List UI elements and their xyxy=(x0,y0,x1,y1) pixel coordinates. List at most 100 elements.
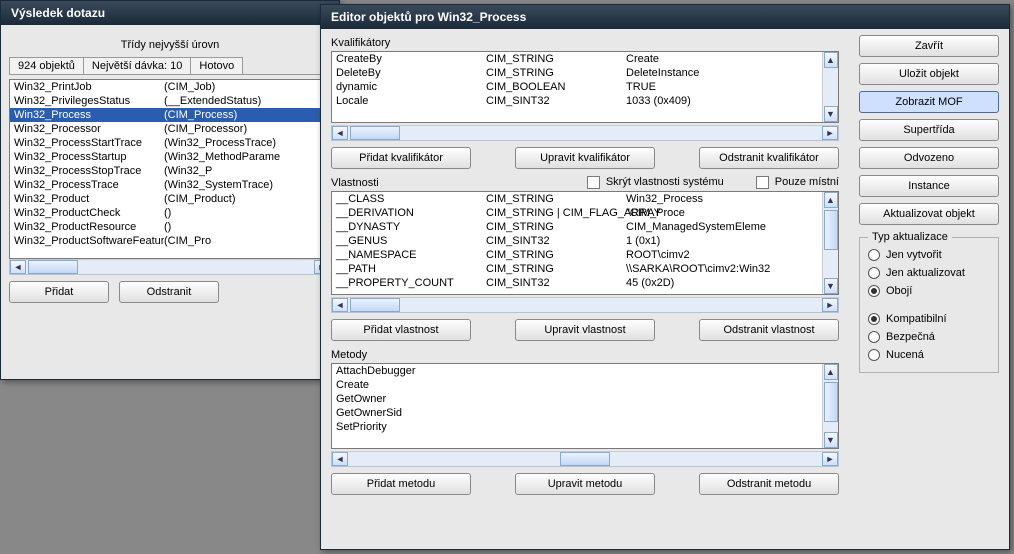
edit-property-button[interactable]: Upravit vlastnost xyxy=(515,319,655,341)
tab-done[interactable]: Hotovo xyxy=(190,57,243,74)
scroll-right-icon[interactable]: ► xyxy=(822,452,838,466)
radio-update-only[interactable] xyxy=(868,267,880,279)
qualifiers-hscroll[interactable]: ◄ ► xyxy=(331,125,839,141)
qualifier-row[interactable]: DeleteByCIM_STRINGDeleteInstance xyxy=(332,66,822,80)
method-row[interactable]: SetPriority xyxy=(332,420,822,434)
scroll-left-icon[interactable]: ◄ xyxy=(332,452,348,466)
properties-panel: __CLASSCIM_STRINGWin32_Process__DERIVATI… xyxy=(331,191,839,295)
scroll-left-icon[interactable]: ◄ xyxy=(332,298,348,312)
add-qualifier-button[interactable]: Přidat kvalifikátor xyxy=(331,147,471,169)
hide-system-label: Skrýt vlastnosti systému xyxy=(606,176,724,188)
property-row[interactable]: __PATHCIM_STRING\\SARKA\ROOT\cimv2:Win32 xyxy=(332,262,822,276)
add-property-button[interactable]: Přidat vlastnost xyxy=(331,319,471,341)
delete-property-button[interactable]: Odstranit vlastnost xyxy=(699,319,839,341)
methods-vscroll[interactable]: ▲ ▼ xyxy=(822,364,838,448)
hide-system-checkbox[interactable] xyxy=(587,176,600,189)
scroll-thumb[interactable] xyxy=(350,126,400,140)
qualifier-row[interactable]: CreateByCIM_STRINGCreate xyxy=(332,52,822,66)
tab-count[interactable]: 924 objektů xyxy=(9,57,84,74)
scroll-down-icon[interactable]: ▼ xyxy=(824,106,838,122)
scroll-up-icon[interactable]: ▲ xyxy=(824,52,838,68)
method-row[interactable]: Create xyxy=(332,378,822,392)
property-row[interactable]: __GENUSCIM_SINT321 (0x1) xyxy=(332,234,822,248)
qualifier-row[interactable]: LocaleCIM_SINT321033 (0x409) xyxy=(332,94,822,108)
scroll-right-icon[interactable]: ► xyxy=(822,298,838,312)
class-list-row[interactable]: Win32_Product(CIM_Product) xyxy=(10,192,330,206)
property-row[interactable]: __CLASSCIM_STRINGWin32_Process xyxy=(332,192,822,206)
close-button[interactable]: Zavřít xyxy=(859,35,999,57)
qualifiers-list[interactable]: CreateByCIM_STRINGCreateDeleteByCIM_STRI… xyxy=(332,52,822,122)
refresh-object-button[interactable]: Aktualizovat objekt xyxy=(859,203,999,225)
class-list-row[interactable]: Win32_PrintJob(CIM_Job) xyxy=(10,80,330,94)
method-row[interactable]: AttachDebugger xyxy=(332,364,822,378)
superclass-button[interactable]: Supertřída xyxy=(859,119,999,141)
scroll-thumb[interactable] xyxy=(28,260,78,274)
radio-both[interactable] xyxy=(868,285,880,297)
scroll-thumb[interactable] xyxy=(824,210,838,250)
object-editor-window: Editor objektů pro Win32_Process Kvalifi… xyxy=(320,4,1010,550)
tab-batch[interactable]: Největší dávka: 10 xyxy=(83,57,192,74)
qualifiers-vscroll[interactable]: ▲ ▼ xyxy=(822,52,838,122)
class-list-row[interactable]: Win32_ProductCheck() xyxy=(10,206,330,220)
properties-hscroll[interactable]: ◄ ► xyxy=(331,297,839,313)
class-list-row[interactable]: Win32_ProductSoftwareFeatures(CIM_Pro xyxy=(10,234,330,248)
radio-forced-label: Nucená xyxy=(886,346,924,364)
class-list-row[interactable]: Win32_Processor(CIM_Processor) xyxy=(10,122,330,136)
show-mof-button[interactable]: Zobrazit MOF xyxy=(859,91,999,113)
add-class-button[interactable]: Přidat xyxy=(9,281,109,303)
qualifiers-label: Kvalifikátory xyxy=(331,37,839,49)
qualifiers-panel: CreateByCIM_STRINGCreateDeleteByCIM_STRI… xyxy=(331,51,839,123)
scroll-thumb[interactable] xyxy=(824,382,838,422)
derived-button[interactable]: Odvozeno xyxy=(859,147,999,169)
radio-forced[interactable] xyxy=(868,349,880,361)
edit-method-button[interactable]: Upravit metodu xyxy=(515,473,655,495)
method-row[interactable]: GetOwnerSid xyxy=(332,406,822,420)
qualifier-row[interactable]: dynamicCIM_BOOLEANTRUE xyxy=(332,80,822,94)
method-row[interactable]: GetOwner xyxy=(332,392,822,406)
radio-safe-label: Bezpečná xyxy=(886,328,935,346)
class-list-hscroll[interactable]: ◄ ► xyxy=(9,259,331,275)
property-row[interactable]: __DYNASTYCIM_STRINGCIM_ManagedSystemElem… xyxy=(332,220,822,234)
methods-list[interactable]: AttachDebuggerCreateGetOwnerGetOwnerSidS… xyxy=(332,364,822,448)
scroll-down-icon[interactable]: ▼ xyxy=(824,432,838,448)
win1-title: Výsledek dotazu xyxy=(1,1,339,25)
save-object-button[interactable]: Uložit objekt xyxy=(859,63,999,85)
property-row[interactable]: __NAMESPACECIM_STRINGROOT\cimv2 xyxy=(332,248,822,262)
class-list-row[interactable]: Win32_ProcessTrace(Win32_SystemTrace) xyxy=(10,178,330,192)
class-list-row[interactable]: Win32_PrivilegesStatus(__ExtendedStatus) xyxy=(10,94,330,108)
properties-vscroll[interactable]: ▲ ▼ xyxy=(822,192,838,294)
class-list-row[interactable]: Win32_ProcessStartup(Win32_MethodParame xyxy=(10,150,330,164)
local-only-checkbox[interactable] xyxy=(756,176,769,189)
class-list-row[interactable]: Win32_ProcessStopTrace(Win32_P xyxy=(10,164,330,178)
edit-qualifier-button[interactable]: Upravit kvalifikátor xyxy=(515,147,655,169)
scroll-up-icon[interactable]: ▲ xyxy=(824,364,838,380)
scroll-thumb[interactable] xyxy=(350,298,400,312)
class-list[interactable]: Win32_PrintJob(CIM_Job)Win32_PrivilegesS… xyxy=(9,79,331,259)
properties-list[interactable]: __CLASSCIM_STRINGWin32_Process__DERIVATI… xyxy=(332,192,822,294)
scroll-left-icon[interactable]: ◄ xyxy=(332,126,348,140)
win1-subtitle: Třídy nejvyšší úrovn xyxy=(9,39,331,51)
remove-class-button[interactable]: Odstranit xyxy=(119,281,219,303)
win2-title: Editor objektů pro Win32_Process xyxy=(321,5,1009,29)
scroll-left-icon[interactable]: ◄ xyxy=(10,260,26,274)
radio-compatible[interactable] xyxy=(868,313,880,325)
methods-hscroll[interactable]: ◄ ► xyxy=(331,451,839,467)
radio-compatible-label: Kompatibilní xyxy=(886,310,947,328)
class-list-row[interactable]: Win32_Process(CIM_Process) xyxy=(10,108,330,122)
scroll-down-icon[interactable]: ▼ xyxy=(824,278,838,294)
class-list-row[interactable]: Win32_ProcessStartTrace(Win32_ProcessTra… xyxy=(10,136,330,150)
radio-safe[interactable] xyxy=(868,331,880,343)
scroll-right-icon[interactable]: ► xyxy=(822,126,838,140)
class-list-row[interactable]: Win32_ProductResource() xyxy=(10,220,330,234)
instances-button[interactable]: Instance xyxy=(859,175,999,197)
delete-qualifier-button[interactable]: Odstranit kvalifikátor xyxy=(699,147,839,169)
delete-method-button[interactable]: Odstranit metodu xyxy=(699,473,839,495)
property-row[interactable]: __PROPERTY_COUNTCIM_SINT3245 (0x2D) xyxy=(332,276,822,290)
methods-label: Metody xyxy=(331,349,839,361)
property-row[interactable]: __DERIVATIONCIM_STRING | CIM_FLAG_ARRAY"… xyxy=(332,206,822,220)
radio-create-only[interactable] xyxy=(868,249,880,261)
radio-update-only-label: Jen aktualizovat xyxy=(886,264,965,282)
scroll-thumb[interactable] xyxy=(560,452,610,466)
scroll-up-icon[interactable]: ▲ xyxy=(824,192,838,208)
add-method-button[interactable]: Přidat metodu xyxy=(331,473,471,495)
